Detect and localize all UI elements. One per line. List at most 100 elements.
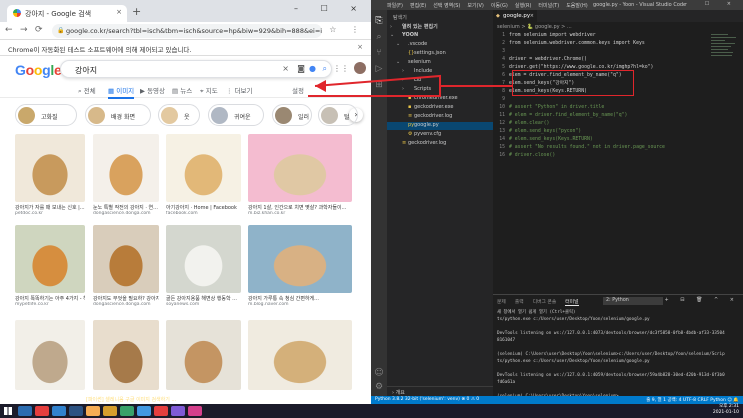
mic-icon[interactable]: ● [309,64,316,73]
vscode-window-controls[interactable]: – ☐ × [685,1,739,7]
image-result[interactable] [166,320,241,390]
code-line[interactable]: 13 # elem.send_keys("pycon") [493,128,743,136]
code-line[interactable]: 15 # assert "No results found." not in dr… [493,144,743,152]
image-caption[interactable]: 골든 강아지용품 해변상 행동학 ... [166,295,241,302]
panel-tab[interactable]: 출력 [515,300,524,305]
menu-item[interactable]: 파일(F) [387,3,403,9]
code-line[interactable]: 1 from selenium import webdriver [493,32,743,40]
dog-image[interactable] [248,134,352,202]
dog-image[interactable] [166,320,241,390]
code-line[interactable]: 4 driver = webdriver.Chrome() [493,56,743,64]
dog-image[interactable] [15,134,85,202]
outline-section[interactable]: › 개요 [387,386,493,396]
dog-image[interactable] [93,225,159,293]
address-bar[interactable]: 🔒 google.co.kr/search?tbl=isch&tbm=isch&… [52,24,322,38]
taskbar-app-icon[interactable] [188,406,202,416]
menu-item[interactable]: 선택 영역(S) [433,3,460,9]
image-result[interactable] [93,320,159,390]
related-chip[interactable]: 털 [318,104,358,126]
explorer-item[interactable]: › 열려 있는 편집기 [387,23,493,31]
reload-button[interactable]: ⟳ [35,25,43,35]
tab-0[interactable]: ⌕ 전체 [78,85,96,96]
avatar[interactable] [354,62,366,74]
taskbar-clock[interactable]: 오후 2:31 2021-01-10 [713,404,739,416]
run-debug-icon[interactable]: ▷ [374,64,384,74]
panel-action-icons[interactable]: + ⊟ 🗑 ^ × [665,297,739,303]
terminal-select[interactable]: 2: Python [603,297,663,305]
image-result[interactable]: 아기강아지 · Home | Facebook facebook.com [166,134,241,216]
dog-image[interactable] [93,134,159,202]
extensions-icon[interactable]: ⊞ [374,80,384,90]
status-interpreter[interactable]: Python 3.8.2 32-bit ('selenium': venv) ⊗… [375,397,479,402]
taskbar-app-icon[interactable] [69,406,83,416]
dog-image[interactable] [15,225,85,293]
menu-item[interactable]: 도움말(H) [566,3,587,9]
window-controls[interactable]: – ☐ × [294,4,367,13]
code-line[interactable]: 9 [493,96,743,104]
menu-item[interactable]: 보기(V) [467,3,484,9]
tab-2[interactable]: ▶ 동영상 [140,85,165,95]
dog-image[interactable] [248,225,352,293]
image-result[interactable] [248,320,352,390]
explorer-item[interactable]: ▪ chromedriver.exe [387,95,493,103]
explorer-item[interactable]: ≡ geckodriver.log [387,113,493,121]
source-control-icon[interactable]: ⑂ [374,48,384,58]
related-chip[interactable]: 귀여운 [208,104,264,126]
explorer-item[interactable]: › Include [387,68,493,76]
image-caption[interactable]: 강아지 1살, 인간으로 치면 몇살? 과학자들이... [248,204,352,211]
browser-tab[interactable]: 강아지 - Google 검색 × [7,5,127,22]
image-result[interactable]: 강아지도 무엇을 필요하? 강아지의 영...dongascience.dong… [93,225,159,307]
status-info[interactable]: 줄 9, 열 1 공백: 4 UTF-8 CRLF Python ☺ 🔔 [646,397,739,403]
image-result[interactable]: 눈노 특별 작전의 강아지 · 연... dongascience.donga.c… [93,134,159,216]
menu-item[interactable]: 실행(R) [515,3,532,9]
dog-image[interactable] [166,225,241,293]
google-logo[interactable]: Google [15,62,62,78]
code-line[interactable]: 2 from selenium.webdriver.common.keys imp… [493,40,743,48]
related-chip[interactable]: 고화질 [15,104,77,126]
explorer-item[interactable]: {}settings.json [387,50,493,58]
panel-tab[interactable]: 터미널 [565,300,579,306]
explorer-item[interactable]: ⚙ pyvenv.cfg [387,131,493,139]
panel-tab[interactable]: 디버그 콘솔 [533,300,557,305]
forward-button[interactable]: → [20,25,28,35]
related-chip[interactable]: 일러 [272,104,312,126]
taskbar-app-icon[interactable] [103,406,117,416]
dog-image[interactable] [248,320,352,390]
tab-close-icon[interactable]: × [116,8,122,16]
menu-item[interactable]: 터미널(T) [538,3,559,9]
breadcrumb[interactable]: selenium > 🐍 google.py > ... [497,24,572,30]
explorer-item[interactable]: › Lib [387,77,493,85]
related-chip[interactable]: 웃 [158,104,200,126]
image-result[interactable] [15,320,85,390]
explorer-item[interactable]: ⌄ .vscode [387,41,493,49]
image-caption[interactable]: 강아지도 무엇을 필요하? 강아지의 영... [93,295,159,302]
explorer-item[interactable]: ⌄ YOON [387,32,493,40]
code-line[interactable]: 11 # elem = driver.find_element_by_name("… [493,112,743,120]
toolbar-icons[interactable]: ☆ ⋮ [329,25,365,34]
explorer-item[interactable]: › Scripts [387,86,493,94]
taskbar-app-icon[interactable] [35,406,49,416]
image-caption[interactable]: 강아지 똑똑하기는 아주 4가지 - 허핑... [15,295,85,302]
terminal-output[interactable]: 새 창에서 열기 쉽게 열기 (Ctrl+클릭) ts/python.exe c… [497,309,739,400]
explorer-item[interactable]: ▪ geckodriver.exe [387,104,493,112]
image-result[interactable]: 강아지 1살, 인간으로 치면 몇살? 과학자들이... m.biz.khan.c… [248,134,352,216]
camera-icon[interactable]: ◙ [297,64,305,73]
apps-icon[interactable]: ⋮⋮ [333,64,349,73]
explorer-item[interactable]: ⌄ selenium [387,59,493,67]
explorer-item[interactable]: pygoogle.py [387,122,493,130]
search-icon[interactable]: ⌕ [323,64,327,74]
image-caption[interactable]: 아기강아지 · Home | Facebook [166,204,241,211]
explorer-icon[interactable]: ⎘ [374,16,384,26]
taskbar-app-icon[interactable] [18,406,32,416]
tab-3[interactable]: ▤ 뉴스 [172,85,192,95]
dog-image[interactable] [15,320,85,390]
image-caption[interactable]: 강아지가 자를 때 보내는 신호 |... [15,204,85,211]
taskbar-app-icon[interactable] [171,406,185,416]
related-chip[interactable]: 배경 화면 [85,104,151,126]
account-icon[interactable]: ☺ [374,368,384,378]
tab-1[interactable]: ▦ 이미지 [108,85,135,99]
clear-icon[interactable]: × [282,64,289,73]
code-line[interactable]: 3 [493,48,743,56]
minimap[interactable] [711,34,739,66]
image-result[interactable]: 강아지 똑똑하기는 아주 4가지 - 허핑...mypetlife.co.kr [15,225,85,307]
